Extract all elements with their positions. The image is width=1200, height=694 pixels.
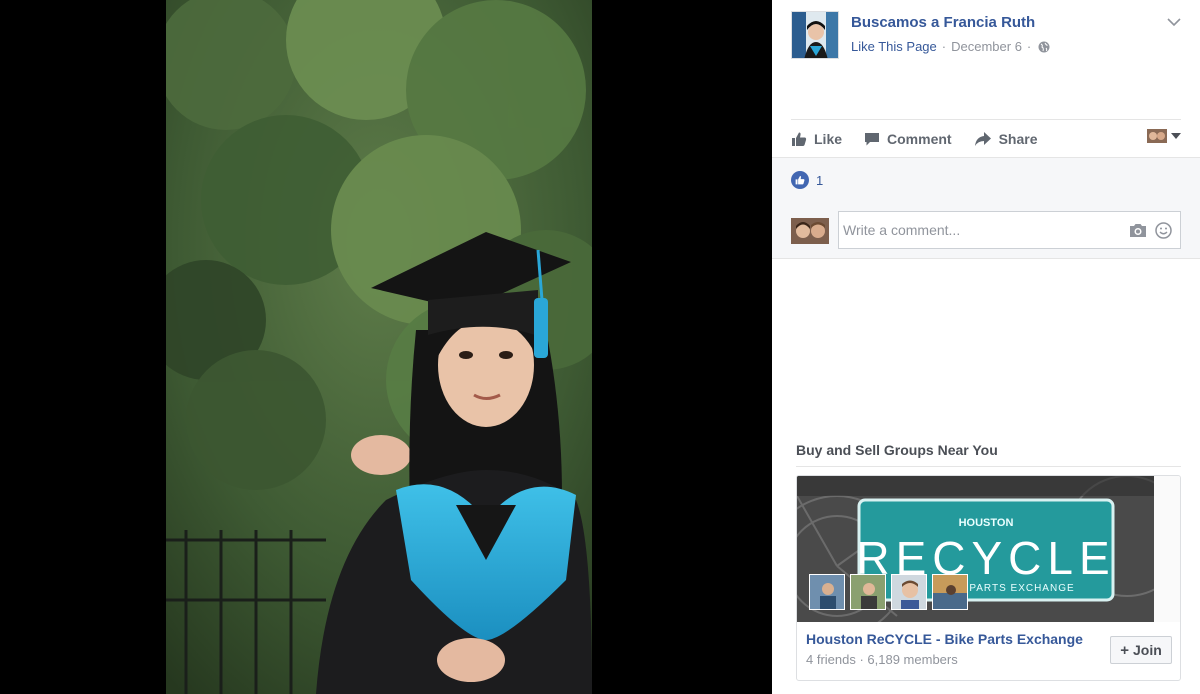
meta-separator: · bbox=[941, 39, 947, 54]
like-reaction-icon bbox=[791, 171, 809, 189]
comment-button[interactable]: Comment bbox=[864, 131, 952, 147]
comment-composer bbox=[791, 211, 1183, 249]
comment-tools bbox=[1121, 222, 1172, 239]
thumbs-up-icon bbox=[792, 132, 807, 146]
logo-small-text: HOUSTON bbox=[959, 517, 1014, 529]
emoji-icon[interactable] bbox=[1155, 222, 1172, 239]
post-meta: Like This Page · December 6 · bbox=[851, 39, 1050, 54]
share-label: Share bbox=[998, 130, 1038, 147]
comment-as-selector[interactable] bbox=[1147, 129, 1181, 143]
share-button[interactable]: Share bbox=[974, 131, 1038, 147]
member-avatar[interactable] bbox=[850, 574, 886, 610]
suggestions-title: Buy and Sell Groups Near You bbox=[796, 442, 1181, 467]
member-faces bbox=[809, 574, 973, 610]
plus-icon: + bbox=[1120, 641, 1129, 659]
page-avatar[interactable] bbox=[791, 11, 839, 59]
member-avatar[interactable] bbox=[932, 574, 968, 610]
post-photo[interactable] bbox=[166, 0, 592, 694]
group-card: HOUSTON RECYCLE PARTS EXCHANGE Houston R… bbox=[796, 475, 1181, 681]
member-avatar[interactable] bbox=[891, 574, 927, 610]
post-sidebar: Buscamos a Francia Ruth Like This Page ·… bbox=[772, 0, 1200, 694]
reaction-count: 1 bbox=[816, 172, 824, 188]
cover-right-edge bbox=[1154, 476, 1180, 622]
like-label: Like bbox=[814, 130, 843, 147]
chevron-down-icon[interactable] bbox=[1167, 17, 1181, 27]
comment-icon bbox=[865, 132, 880, 145]
meta-separator-2: · bbox=[1026, 39, 1032, 54]
commenter-mini-avatar bbox=[1147, 129, 1167, 143]
group-cover-photo[interactable]: HOUSTON RECYCLE PARTS EXCHANGE bbox=[797, 476, 1154, 622]
share-arrow-icon bbox=[974, 131, 991, 146]
join-group-button[interactable]: + Join bbox=[1110, 636, 1172, 664]
comment-input[interactable] bbox=[843, 212, 1113, 248]
globe-icon bbox=[1038, 41, 1050, 52]
like-button[interactable]: Like bbox=[791, 131, 842, 147]
join-label: Join bbox=[1132, 642, 1162, 658]
comment-box bbox=[838, 211, 1181, 249]
photo-viewer bbox=[0, 0, 772, 694]
camera-icon[interactable] bbox=[1129, 223, 1147, 238]
reaction-summary[interactable]: 1 bbox=[791, 171, 823, 189]
page-avatar-image bbox=[792, 12, 838, 58]
comment-label: Comment bbox=[887, 130, 952, 147]
group-suggestions: Buy and Sell Groups Near You HOUSTON REC… bbox=[796, 442, 1181, 682]
group-meta: 4 friends · 6,189 members bbox=[806, 652, 958, 667]
group-name-link[interactable]: Houston ReCYCLE - Bike Parts Exchange bbox=[806, 631, 1083, 647]
page-name-link[interactable]: Buscamos a Francia Ruth bbox=[851, 14, 1035, 31]
post-actions-bar: Like Comment Share bbox=[791, 119, 1181, 157]
logo-sub-text: PARTS EXCHANGE bbox=[969, 583, 1074, 594]
post-header: Buscamos a Francia Ruth Like This Page ·… bbox=[791, 11, 1181, 59]
graduation-photo bbox=[166, 0, 592, 694]
post-date[interactable]: December 6 bbox=[951, 39, 1022, 54]
commenter-avatar bbox=[791, 218, 829, 244]
member-avatar[interactable] bbox=[809, 574, 845, 610]
caret-down-icon bbox=[1171, 133, 1181, 139]
feedback-section: 1 bbox=[772, 157, 1200, 259]
like-page-link[interactable]: Like This Page bbox=[851, 39, 937, 54]
